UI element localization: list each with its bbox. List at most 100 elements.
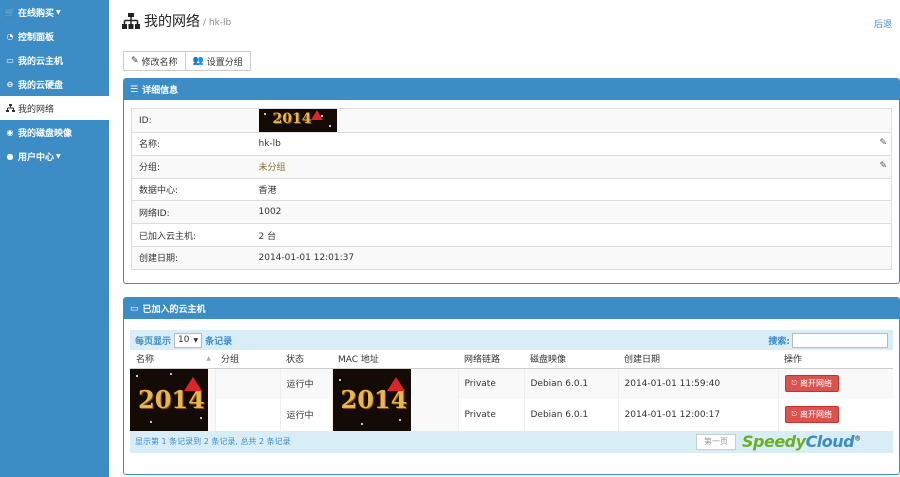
detail-label: 数据中心: <box>131 177 252 201</box>
cart-icon: 🛒 <box>5 7 15 17</box>
per-page-select[interactable]: 10 ▼ <box>174 332 203 348</box>
rename-label: 修改名称 <box>141 57 178 68</box>
edit-icon: ✎ <box>131 56 139 66</box>
back-link[interactable]: 后退 <box>874 17 892 30</box>
per-page-suffix: 条记录 <box>205 336 233 347</box>
sidebar-item-label: 我的网络 <box>18 104 55 115</box>
status-cell: 运行中 <box>279 368 332 400</box>
table-tools: 每页显示 10 ▼ 条记录 搜索: <box>130 330 893 350</box>
sidebar-item-disks[interactable]: ⊖ 我的云硬盘 <box>0 72 109 96</box>
sidebar-item-label: 我的磁盘映像 <box>18 128 73 139</box>
column-header-mac[interactable]: MAC 地址 <box>332 350 458 369</box>
mac-image: 2014 <box>332 368 411 431</box>
host-name-cell: 2014 <box>130 368 215 431</box>
user-icon: ● <box>6 151 14 161</box>
id-image: 2014 <box>258 109 337 132</box>
edit-group-icon[interactable]: ✎ <box>879 161 887 171</box>
sort-asc-icon: ▲ <box>206 355 211 362</box>
group-cell <box>214 368 280 400</box>
link-cell: Private <box>457 368 524 400</box>
image-cell: Debian 6.0.1 <box>523 368 618 400</box>
per-page-prefix: 每页显示 <box>135 336 172 347</box>
sidebar-item-network[interactable]: 我的网络 <box>0 96 109 120</box>
hosts-panel-header: ▭ 已加入的云主机 <box>124 298 899 319</box>
detail-row-name: 名称: hk-lb ✎ <box>131 132 892 156</box>
sidebar-item-buy[interactable]: 🛒 在线购买 ▼ <box>0 0 109 24</box>
sitemap-icon <box>5 104 15 112</box>
detail-value: 1002 <box>251 200 892 224</box>
table-row: 2014 运行中 2014 Private Debian 6.0.1 2014-… <box>130 368 893 431</box>
detail-value: 2 台 <box>251 223 892 247</box>
details-panel: ☰ 详细信息 ID: 2014 名称: hk-lb ✎ 分组: 未分组 ✎ 数据… <box>123 78 900 284</box>
set-group-button[interactable]: 👥 设置分组 <box>185 51 251 71</box>
column-header-group[interactable]: 分组 <box>215 350 280 369</box>
detail-label: 网络ID: <box>131 200 252 224</box>
detail-label: ID: <box>131 108 252 133</box>
detail-label: 创建日期: <box>131 245 252 270</box>
search-input[interactable] <box>792 332 888 348</box>
set-group-label: 设置分组 <box>206 57 243 68</box>
column-header-created[interactable]: 创建日期 <box>618 350 778 369</box>
search-label: 搜索: <box>768 336 790 347</box>
group-value: 未分组 <box>258 163 286 174</box>
sidebar-item-label: 在线购买 <box>18 8 55 19</box>
mac-cell: 2014 <box>331 368 458 431</box>
rename-button[interactable]: ✎ 修改名称 <box>123 51 186 71</box>
column-header-status[interactable]: 状态 <box>280 350 332 369</box>
detail-row-id: ID: 2014 <box>131 108 892 133</box>
detail-row-group: 分组: 未分组 ✎ <box>131 154 892 179</box>
sidebar-item-user[interactable]: ● 用户中心 ▼ <box>0 144 109 168</box>
link-cell: Private <box>457 399 524 431</box>
leave-network-button[interactable]: ⎋ 离开网络 <box>784 406 840 424</box>
leave-network-label: 离开网络 <box>800 410 833 420</box>
chevron-down-icon: ▼ <box>193 336 199 344</box>
detail-value: 香港 <box>251 177 892 201</box>
sidebar-item-label: 我的云主机 <box>18 56 64 67</box>
leave-network-button[interactable]: ⎋ 离开网络 <box>784 375 840 393</box>
logo-part-2: Cloud <box>805 432 855 451</box>
page-header: 我的网络 / hk-lb <box>122 11 231 31</box>
detail-row-created: 创建日期: 2014-01-01 12:01:37 <box>131 245 892 270</box>
sidebar-item-images[interactable]: ◉ 我的磁盘映像 <box>0 120 109 144</box>
details-table: ID: 2014 名称: hk-lb ✎ 分组: 未分组 ✎ 数据中心: 香港 … <box>131 108 892 270</box>
sidebar: 🛒 在线购买 ▼ ◔ 控制面板 ▭ 我的云主机 ⊖ 我的云硬盘 我的网络 ◉ 我… <box>0 0 109 477</box>
edit-name-icon[interactable]: ✎ <box>879 138 887 148</box>
speedycloud-logo: SpeedyCloud® <box>742 432 861 451</box>
table-row: 运行中 Private Debian 6.0.1 2014-01-01 12:0… <box>130 399 893 431</box>
host-name-image: 2014 <box>130 368 208 431</box>
sidebar-item-hosts[interactable]: ▭ 我的云主机 <box>0 48 109 72</box>
column-label: 名称 <box>136 355 155 366</box>
created-cell: 2014-01-01 11:59:40 <box>617 368 778 400</box>
status-cell: 运行中 <box>279 399 332 431</box>
logo-part-1: Speedy <box>742 432 806 451</box>
sidebar-item-dashboard[interactable]: ◔ 控制面板 <box>0 24 109 48</box>
detail-row-network-id: 网络ID: 1002 <box>131 200 892 224</box>
detail-row-datacenter: 数据中心: 香港 <box>131 177 892 201</box>
image-cell: Debian 6.0.1 <box>523 399 618 431</box>
details-title: 详细信息 <box>142 86 179 96</box>
leave-icon: ⎋ <box>791 410 798 419</box>
page-subtitle: / hk-lb <box>203 17 232 28</box>
name-value: hk-lb <box>258 138 281 149</box>
detail-value: 2014-01-01 12:01:37 <box>251 245 892 270</box>
sidebar-item-label: 我的云硬盘 <box>18 80 64 91</box>
first-page-button[interactable]: 第一页 <box>696 433 736 450</box>
group-icon: 👥 <box>192 56 204 66</box>
group-cell <box>214 399 280 431</box>
column-header-action: 操作 <box>778 350 893 369</box>
details-panel-header: ☰ 详细信息 <box>124 79 899 100</box>
toolbar: ✎ 修改名称 👥 设置分组 <box>123 51 251 71</box>
per-page-value: 10 <box>178 335 190 345</box>
image-text: 2014 <box>272 111 312 127</box>
sidebar-item-label: 控制面板 <box>18 32 55 43</box>
detail-row-host-count: 已加入云主机: 2 台 <box>131 223 892 247</box>
hosts-table: 名称 ▲ 分组 状态 MAC 地址 网络链路 磁盘映像 创建日期 操作 2014 <box>130 350 893 431</box>
column-header-image[interactable]: 磁盘映像 <box>524 350 618 369</box>
column-header-name[interactable]: 名称 ▲ <box>130 350 215 369</box>
dashboard-icon: ◔ <box>6 31 14 41</box>
record-summary: 显示第 1 条记录到 2 条记录, 总共 2 条记录 <box>135 437 291 446</box>
detail-label: 分组: <box>131 154 252 179</box>
column-header-link[interactable]: 网络链路 <box>458 350 524 369</box>
detail-value: hk-lb ✎ <box>251 132 892 156</box>
detail-label: 已加入云主机: <box>131 223 252 247</box>
